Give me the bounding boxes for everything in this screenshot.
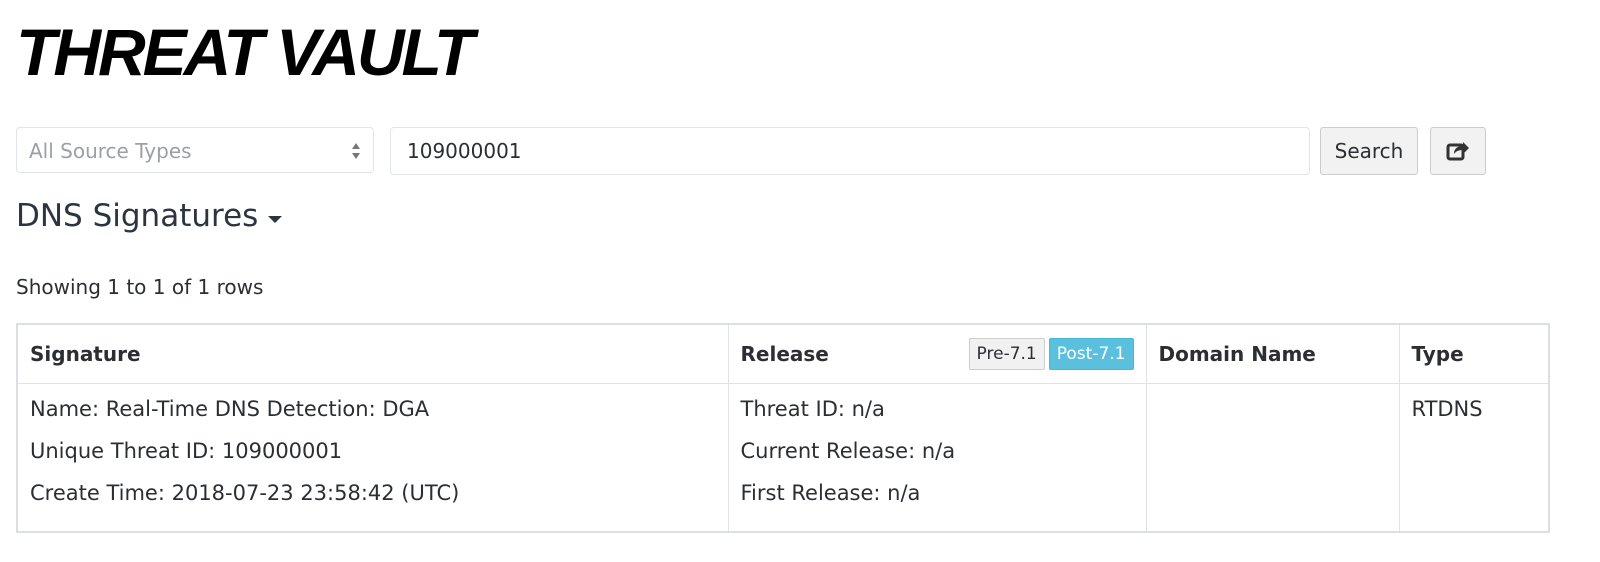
pre-7-1-toggle[interactable]: Pre-7.1 bbox=[968, 338, 1045, 370]
type-value: RTDNS bbox=[1411, 397, 1483, 421]
section-title-label: DNS Signatures bbox=[16, 198, 259, 234]
section-title[interactable]: DNS Signatures bbox=[16, 198, 283, 234]
post-7-1-toggle[interactable]: Post-7.1 bbox=[1048, 338, 1134, 370]
search-input[interactable] bbox=[390, 127, 1310, 175]
share-button[interactable] bbox=[1430, 127, 1486, 175]
row-count: Showing 1 to 1 of 1 rows bbox=[16, 275, 264, 299]
signature-cell: Name: Real-Time DNS Detection: DGA Uniqu… bbox=[18, 383, 729, 531]
column-header-domain[interactable]: Domain Name bbox=[1145, 325, 1400, 384]
release-threat-id: Threat ID: n/a bbox=[740, 397, 885, 421]
select-arrows-icon bbox=[352, 143, 360, 159]
signature-name: Name: Real-Time DNS Detection: DGA bbox=[30, 397, 430, 421]
caret-down-icon bbox=[268, 215, 283, 223]
column-header-release: Release Pre-7.1 Post-7.1 bbox=[727, 325, 1147, 384]
table-row: Name: Real-Time DNS Detection: DGA Uniqu… bbox=[18, 383, 1548, 531]
release-cell: Threat ID: n/a Current Release: n/a Firs… bbox=[727, 383, 1147, 531]
source-type-value: All Source Types bbox=[29, 139, 192, 163]
domain-cell bbox=[1145, 383, 1400, 531]
column-header-type[interactable]: Type bbox=[1398, 325, 1548, 384]
table-header-row: Signature Release Pre-7.1 Post-7.1 Domai… bbox=[18, 325, 1548, 384]
release-first: First Release: n/a bbox=[740, 481, 921, 505]
source-type-select[interactable]: All Source Types bbox=[16, 127, 374, 173]
release-current: Current Release: n/a bbox=[740, 439, 956, 463]
type-cell: RTDNS bbox=[1398, 383, 1548, 531]
signature-unique-id: Unique Threat ID: 109000001 bbox=[30, 439, 343, 463]
search-toolbar: All Source Types Search bbox=[16, 127, 1516, 175]
column-header-release-label[interactable]: Release bbox=[741, 342, 829, 366]
signature-create-time: Create Time: 2018-07-23 23:58:42 (UTC) bbox=[30, 481, 460, 505]
logo: THREAT VAULT bbox=[16, 15, 474, 89]
column-header-signature[interactable]: Signature bbox=[18, 325, 729, 384]
results-table: Signature Release Pre-7.1 Post-7.1 Domai… bbox=[16, 323, 1550, 533]
search-button[interactable]: Search bbox=[1320, 127, 1418, 175]
share-icon bbox=[1446, 142, 1469, 161]
release-toggle: Pre-7.1 Post-7.1 bbox=[968, 338, 1134, 370]
